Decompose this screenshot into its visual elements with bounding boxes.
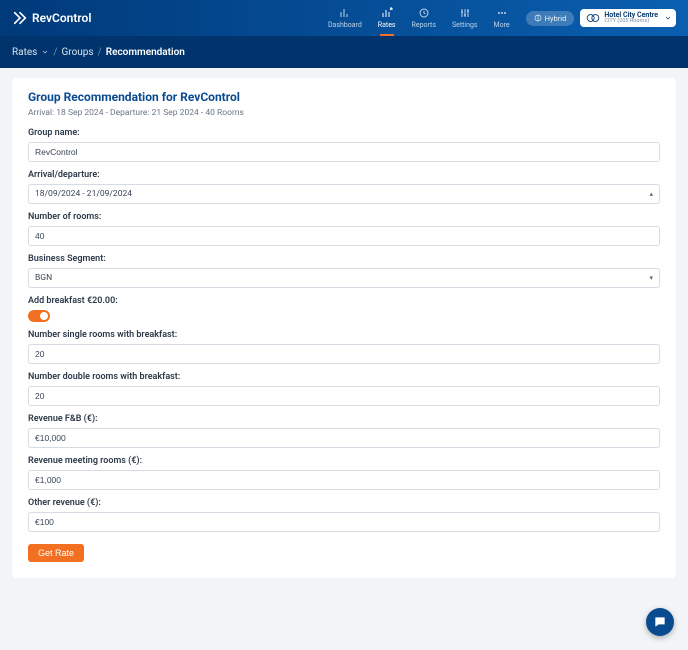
other-label: Other revenue (€):	[28, 498, 660, 508]
nav-more[interactable]: More	[494, 0, 510, 36]
breadcrumb-rates[interactable]: Rates	[12, 47, 37, 58]
other-text[interactable]	[35, 517, 653, 527]
hotel-loc: CITY (205 Rooms)	[604, 19, 658, 25]
hybrid-label: Hybrid	[545, 14, 567, 23]
other-input[interactable]	[28, 512, 660, 532]
meeting-label: Revenue meeting rooms (€):	[28, 456, 660, 466]
chevron-down-icon	[41, 48, 49, 56]
single-text[interactable]	[35, 349, 653, 359]
field-other: Other revenue (€):	[28, 498, 660, 532]
hotel-logo-icon	[586, 11, 600, 25]
hybrid-pill[interactable]: Hybrid	[526, 11, 575, 26]
field-double: Number double rooms with breakfast:	[28, 372, 660, 406]
nav-more-label: More	[494, 21, 510, 29]
fnb-input[interactable]	[28, 428, 660, 448]
meeting-input[interactable]	[28, 470, 660, 490]
main-nav: Dashboard Rates Reports Settings More	[328, 0, 510, 36]
breadcrumb: Rates / Groups / Recommendation	[0, 36, 688, 68]
dots-icon	[496, 7, 508, 19]
chevron-down-icon: ▾	[649, 274, 653, 282]
single-input[interactable]	[28, 344, 660, 364]
breadcrumb-sep: /	[98, 47, 102, 58]
business-select[interactable]: BGN ▾	[28, 268, 660, 288]
brand-logo: RevControl	[12, 10, 91, 26]
nav-dashboard[interactable]: Dashboard	[328, 0, 362, 36]
num-rooms-text[interactable]	[35, 231, 653, 241]
field-breakfast: Add breakfast €20.00:	[28, 296, 660, 322]
business-label: Business Segment:	[28, 254, 660, 264]
nav-reports[interactable]: Reports	[412, 0, 436, 36]
nav-dashboard-label: Dashboard	[328, 21, 362, 29]
meeting-text[interactable]	[35, 475, 653, 485]
chat-button[interactable]	[646, 608, 674, 636]
clock-icon	[418, 7, 430, 19]
double-input[interactable]	[28, 386, 660, 406]
chat-icon	[653, 615, 667, 629]
app-header: RevControl Dashboard Rates Reports Setti…	[0, 0, 688, 36]
field-single: Number single rooms with breakfast:	[28, 330, 660, 364]
field-arrival: Arrival/departure: 18/09/2024 - 21/09/20…	[28, 170, 660, 204]
hybrid-icon	[534, 14, 542, 22]
breakfast-toggle[interactable]	[28, 310, 50, 322]
brand-icon	[12, 10, 28, 26]
field-business: Business Segment: BGN ▾	[28, 254, 660, 288]
chevron-up-icon: ▴	[649, 190, 653, 198]
chevron-down-icon	[664, 14, 672, 22]
group-name-text[interactable]	[35, 147, 653, 157]
nav-rates[interactable]: Rates	[378, 0, 396, 36]
num-rooms-label: Number of rooms:	[28, 212, 660, 222]
field-meeting: Revenue meeting rooms (€):	[28, 456, 660, 490]
sliders-icon	[459, 7, 471, 19]
fnb-text[interactable]	[35, 433, 653, 443]
field-num-rooms: Number of rooms:	[28, 212, 660, 246]
double-text[interactable]	[35, 391, 653, 401]
hotel-text: Hotel City Centre CITY (205 Rooms)	[604, 12, 658, 25]
arrival-value: 18/09/2024 - 21/09/2024	[35, 189, 132, 199]
card-subtitle: Arrival: 18 Sep 2024 - Departure: 21 Sep…	[28, 108, 660, 118]
nav-reports-label: Reports	[412, 21, 436, 29]
nav-settings-label: Settings	[452, 21, 478, 29]
nav-rates-label: Rates	[378, 21, 396, 29]
breadcrumb-sep: /	[53, 47, 57, 58]
single-label: Number single rooms with breakfast:	[28, 330, 660, 340]
brand-name: RevControl	[32, 11, 91, 25]
fnb-label: Revenue F&B (€):	[28, 414, 660, 424]
arrival-label: Arrival/departure:	[28, 170, 660, 180]
double-label: Number double rooms with breakfast:	[28, 372, 660, 382]
group-name-label: Group name:	[28, 128, 660, 138]
business-value: BGN	[35, 273, 52, 283]
field-group-name: Group name:	[28, 128, 660, 162]
field-fnb: Revenue F&B (€):	[28, 414, 660, 448]
bars-icon	[339, 7, 351, 19]
hotel-selector[interactable]: Hotel City Centre CITY (205 Rooms)	[580, 9, 676, 27]
num-rooms-input[interactable]	[28, 226, 660, 246]
recommendation-card: Group Recommendation for RevControl Arri…	[12, 78, 676, 578]
get-rate-button[interactable]: Get Rate	[28, 544, 84, 562]
card-title: Group Recommendation for RevControl	[28, 90, 660, 104]
nav-settings[interactable]: Settings	[452, 0, 478, 36]
breadcrumb-groups[interactable]: Groups	[61, 47, 93, 58]
group-name-input[interactable]	[28, 142, 660, 162]
breadcrumb-recommendation: Recommendation	[106, 47, 185, 58]
rates-icon	[381, 7, 393, 19]
arrival-input[interactable]: 18/09/2024 - 21/09/2024 ▴	[28, 184, 660, 204]
breakfast-label: Add breakfast €20.00:	[28, 296, 660, 306]
